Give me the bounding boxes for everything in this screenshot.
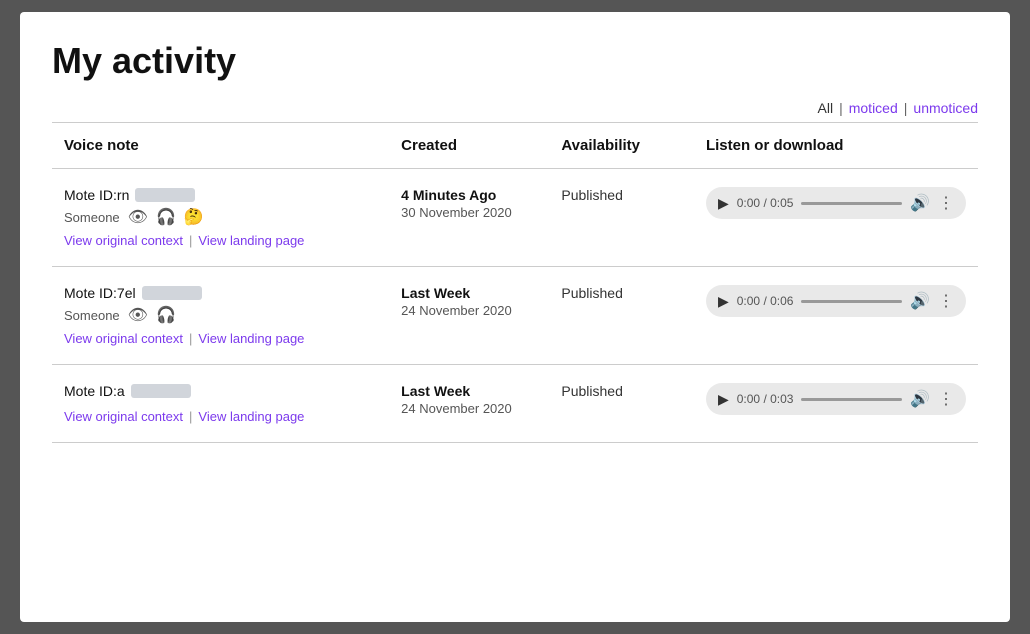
audio-cell: ▶ 0:00 / 0:05 🔊 ⋮ (694, 169, 978, 267)
availability-cell: Published (549, 365, 694, 443)
time-display: 0:00 / 0:06 (737, 294, 794, 308)
play-button[interactable]: ▶ (718, 195, 729, 212)
voice-note-links: View original context | View landing page (64, 409, 377, 424)
filter-unmoticed-link[interactable]: unmoticed (913, 100, 978, 116)
someone-label: Someone (64, 210, 120, 225)
view-landing-link[interactable]: View landing page (198, 409, 304, 424)
progress-bar-track[interactable] (801, 300, 902, 303)
availability-cell: Published (549, 169, 694, 267)
view-landing-link[interactable]: View landing page (198, 331, 304, 346)
created-cell: 4 Minutes Ago 30 November 2020 (389, 169, 549, 267)
voice-note-someone: Someone 👁 🎧 🤔 (64, 207, 377, 227)
eye-icon: 👁 (128, 207, 148, 227)
more-options-button[interactable]: ⋮ (938, 389, 954, 409)
table-row: Mote ID:rnSomeone👁🎧🤔View original contex… (52, 169, 978, 267)
volume-button[interactable]: 🔊 (910, 193, 930, 213)
audio-player: ▶ 0:00 / 0:05 🔊 ⋮ (706, 187, 966, 219)
voice-note-id: Mote ID:a (64, 383, 377, 399)
link-divider: | (189, 331, 192, 346)
more-options-button[interactable]: ⋮ (938, 193, 954, 213)
availability-badge: Published (561, 187, 623, 203)
view-original-link[interactable]: View original context (64, 331, 183, 346)
table-header-row: Voice note Created Availability Listen o… (52, 123, 978, 169)
table-row: Mote ID:a View original context | View land… (52, 365, 978, 443)
voice-note-links: View original context | View landing page (64, 233, 377, 248)
col-header-created: Created (389, 123, 549, 169)
headphones-icon: 🎧 (156, 207, 176, 227)
voice-note-id: Mote ID:rn (64, 187, 377, 203)
volume-button[interactable]: 🔊 (910, 389, 930, 409)
created-date: 30 November 2020 (401, 205, 537, 220)
someone-label: Someone (64, 308, 120, 323)
view-original-link[interactable]: View original context (64, 409, 183, 424)
progress-bar-track[interactable] (801, 202, 902, 205)
audio-player: ▶ 0:00 / 0:06 🔊 ⋮ (706, 285, 966, 317)
created-cell: Last Week 24 November 2020 (389, 267, 549, 365)
headphones-icon: 🎧 (156, 305, 176, 325)
availability-cell: Published (549, 267, 694, 365)
availability-badge: Published (561, 383, 623, 399)
redacted-id (135, 188, 195, 202)
redacted-id (142, 286, 202, 300)
mote-id-text: Mote ID:7el (64, 285, 136, 301)
play-button[interactable]: ▶ (718, 293, 729, 310)
eye-icon: 👁 (128, 305, 148, 325)
time-display: 0:00 / 0:03 (737, 392, 794, 406)
volume-button[interactable]: 🔊 (910, 291, 930, 311)
redacted-id (131, 384, 191, 398)
availability-badge: Published (561, 285, 623, 301)
mote-id-text: Mote ID:a (64, 383, 125, 399)
link-divider: | (189, 409, 192, 424)
col-header-listen: Listen or download (694, 123, 978, 169)
page-title: My activity (52, 40, 978, 82)
voice-note-cell: Mote ID:7el Someone 👁 🎧 View original contex… (52, 267, 389, 365)
filter-divider-1: | (839, 100, 843, 116)
mote-id-text: Mote ID:rn (64, 187, 129, 203)
view-landing-link[interactable]: View landing page (198, 233, 304, 248)
audio-player: ▶ 0:00 / 0:03 🔊 ⋮ (706, 383, 966, 415)
voice-note-id: Mote ID:7el (64, 285, 377, 301)
more-options-button[interactable]: ⋮ (938, 291, 954, 311)
filter-moticed-link[interactable]: moticed (849, 100, 898, 116)
col-header-voice-note: Voice note (52, 123, 389, 169)
audio-cell: ▶ 0:00 / 0:03 🔊 ⋮ (694, 365, 978, 443)
filter-bar: All | moticed | unmoticed (52, 100, 978, 116)
created-cell: Last Week 24 November 2020 (389, 365, 549, 443)
view-original-link[interactable]: View original context (64, 233, 183, 248)
filter-divider-2: | (904, 100, 908, 116)
thinking-icon: 🤔 (184, 207, 204, 227)
voice-note-links: View original context | View landing page (64, 331, 377, 346)
created-date: 24 November 2020 (401, 401, 537, 416)
main-window: My activity All | moticed | unmoticed Vo… (20, 12, 1010, 622)
play-button[interactable]: ▶ (718, 391, 729, 408)
table-row: Mote ID:7el Someone 👁 🎧 View original contex… (52, 267, 978, 365)
progress-bar-track[interactable] (801, 398, 902, 401)
col-header-availability: Availability (549, 123, 694, 169)
created-relative: 4 Minutes Ago (401, 187, 537, 203)
voice-note-someone: Someone 👁 🎧 (64, 305, 377, 325)
link-divider: | (189, 233, 192, 248)
voice-note-cell: Mote ID:rnSomeone👁🎧🤔View original contex… (52, 169, 389, 267)
created-date: 24 November 2020 (401, 303, 537, 318)
time-display: 0:00 / 0:05 (737, 196, 794, 210)
audio-cell: ▶ 0:00 / 0:06 🔊 ⋮ (694, 267, 978, 365)
created-relative: Last Week (401, 285, 537, 301)
activity-table: Voice note Created Availability Listen o… (52, 122, 978, 443)
filter-all-label: All (818, 100, 834, 116)
created-relative: Last Week (401, 383, 537, 399)
voice-note-cell: Mote ID:a View original context | View land… (52, 365, 389, 443)
